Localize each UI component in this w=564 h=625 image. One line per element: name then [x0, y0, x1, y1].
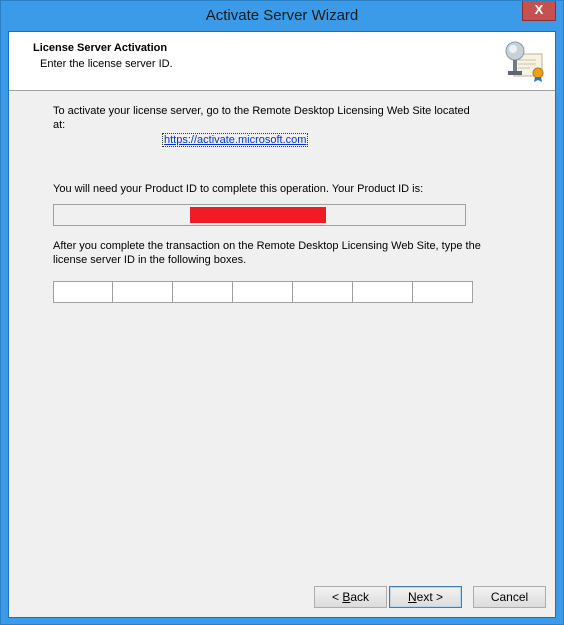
license-id-field-2[interactable] — [113, 281, 173, 303]
back-button[interactable]: < Back — [314, 586, 387, 608]
back-prefix: < — [331, 590, 343, 604]
license-id-field-4[interactable] — [233, 281, 293, 303]
license-certificate-icon — [502, 40, 546, 82]
close-icon: X — [534, 2, 544, 17]
cancel-button[interactable]: Cancel — [473, 586, 546, 608]
window-title: Activate Server Wizard — [205, 7, 359, 24]
product-id-redaction — [190, 207, 326, 223]
license-server-id-boxes — [53, 281, 473, 303]
license-id-field-3[interactable] — [173, 281, 233, 303]
license-id-field-1[interactable] — [53, 281, 113, 303]
next-label: ext > — [416, 590, 444, 604]
header-title: License Server Activation — [33, 42, 168, 54]
wizard-page: License Server Activation Enter the lice… — [8, 31, 556, 618]
instructions-text: After you complete the transaction on th… — [53, 240, 481, 266]
product-id-text: You will need your Product ID to complet… — [53, 183, 424, 195]
license-id-field-6[interactable] — [353, 281, 413, 303]
header-subtitle: Enter the license server ID. — [40, 58, 173, 70]
close-button[interactable]: X — [522, 1, 556, 21]
product-id-field — [53, 204, 466, 226]
title-bar[interactable]: Activate Server Wizard X — [1, 1, 563, 31]
back-label: ack — [350, 590, 370, 604]
wizard-header: License Server Activation Enter the lice… — [9, 32, 555, 91]
activation-link[interactable]: https://activate.microsoft.com — [162, 133, 309, 147]
license-id-field-7[interactable] — [413, 281, 473, 303]
wizard-window: Activate Server Wizard X License Server … — [0, 0, 564, 625]
license-id-field-5[interactable] — [293, 281, 353, 303]
next-access-key: N — [407, 590, 417, 604]
next-button[interactable]: Next > — [389, 586, 462, 608]
intro-text: To activate your license server, go to t… — [53, 105, 470, 131]
